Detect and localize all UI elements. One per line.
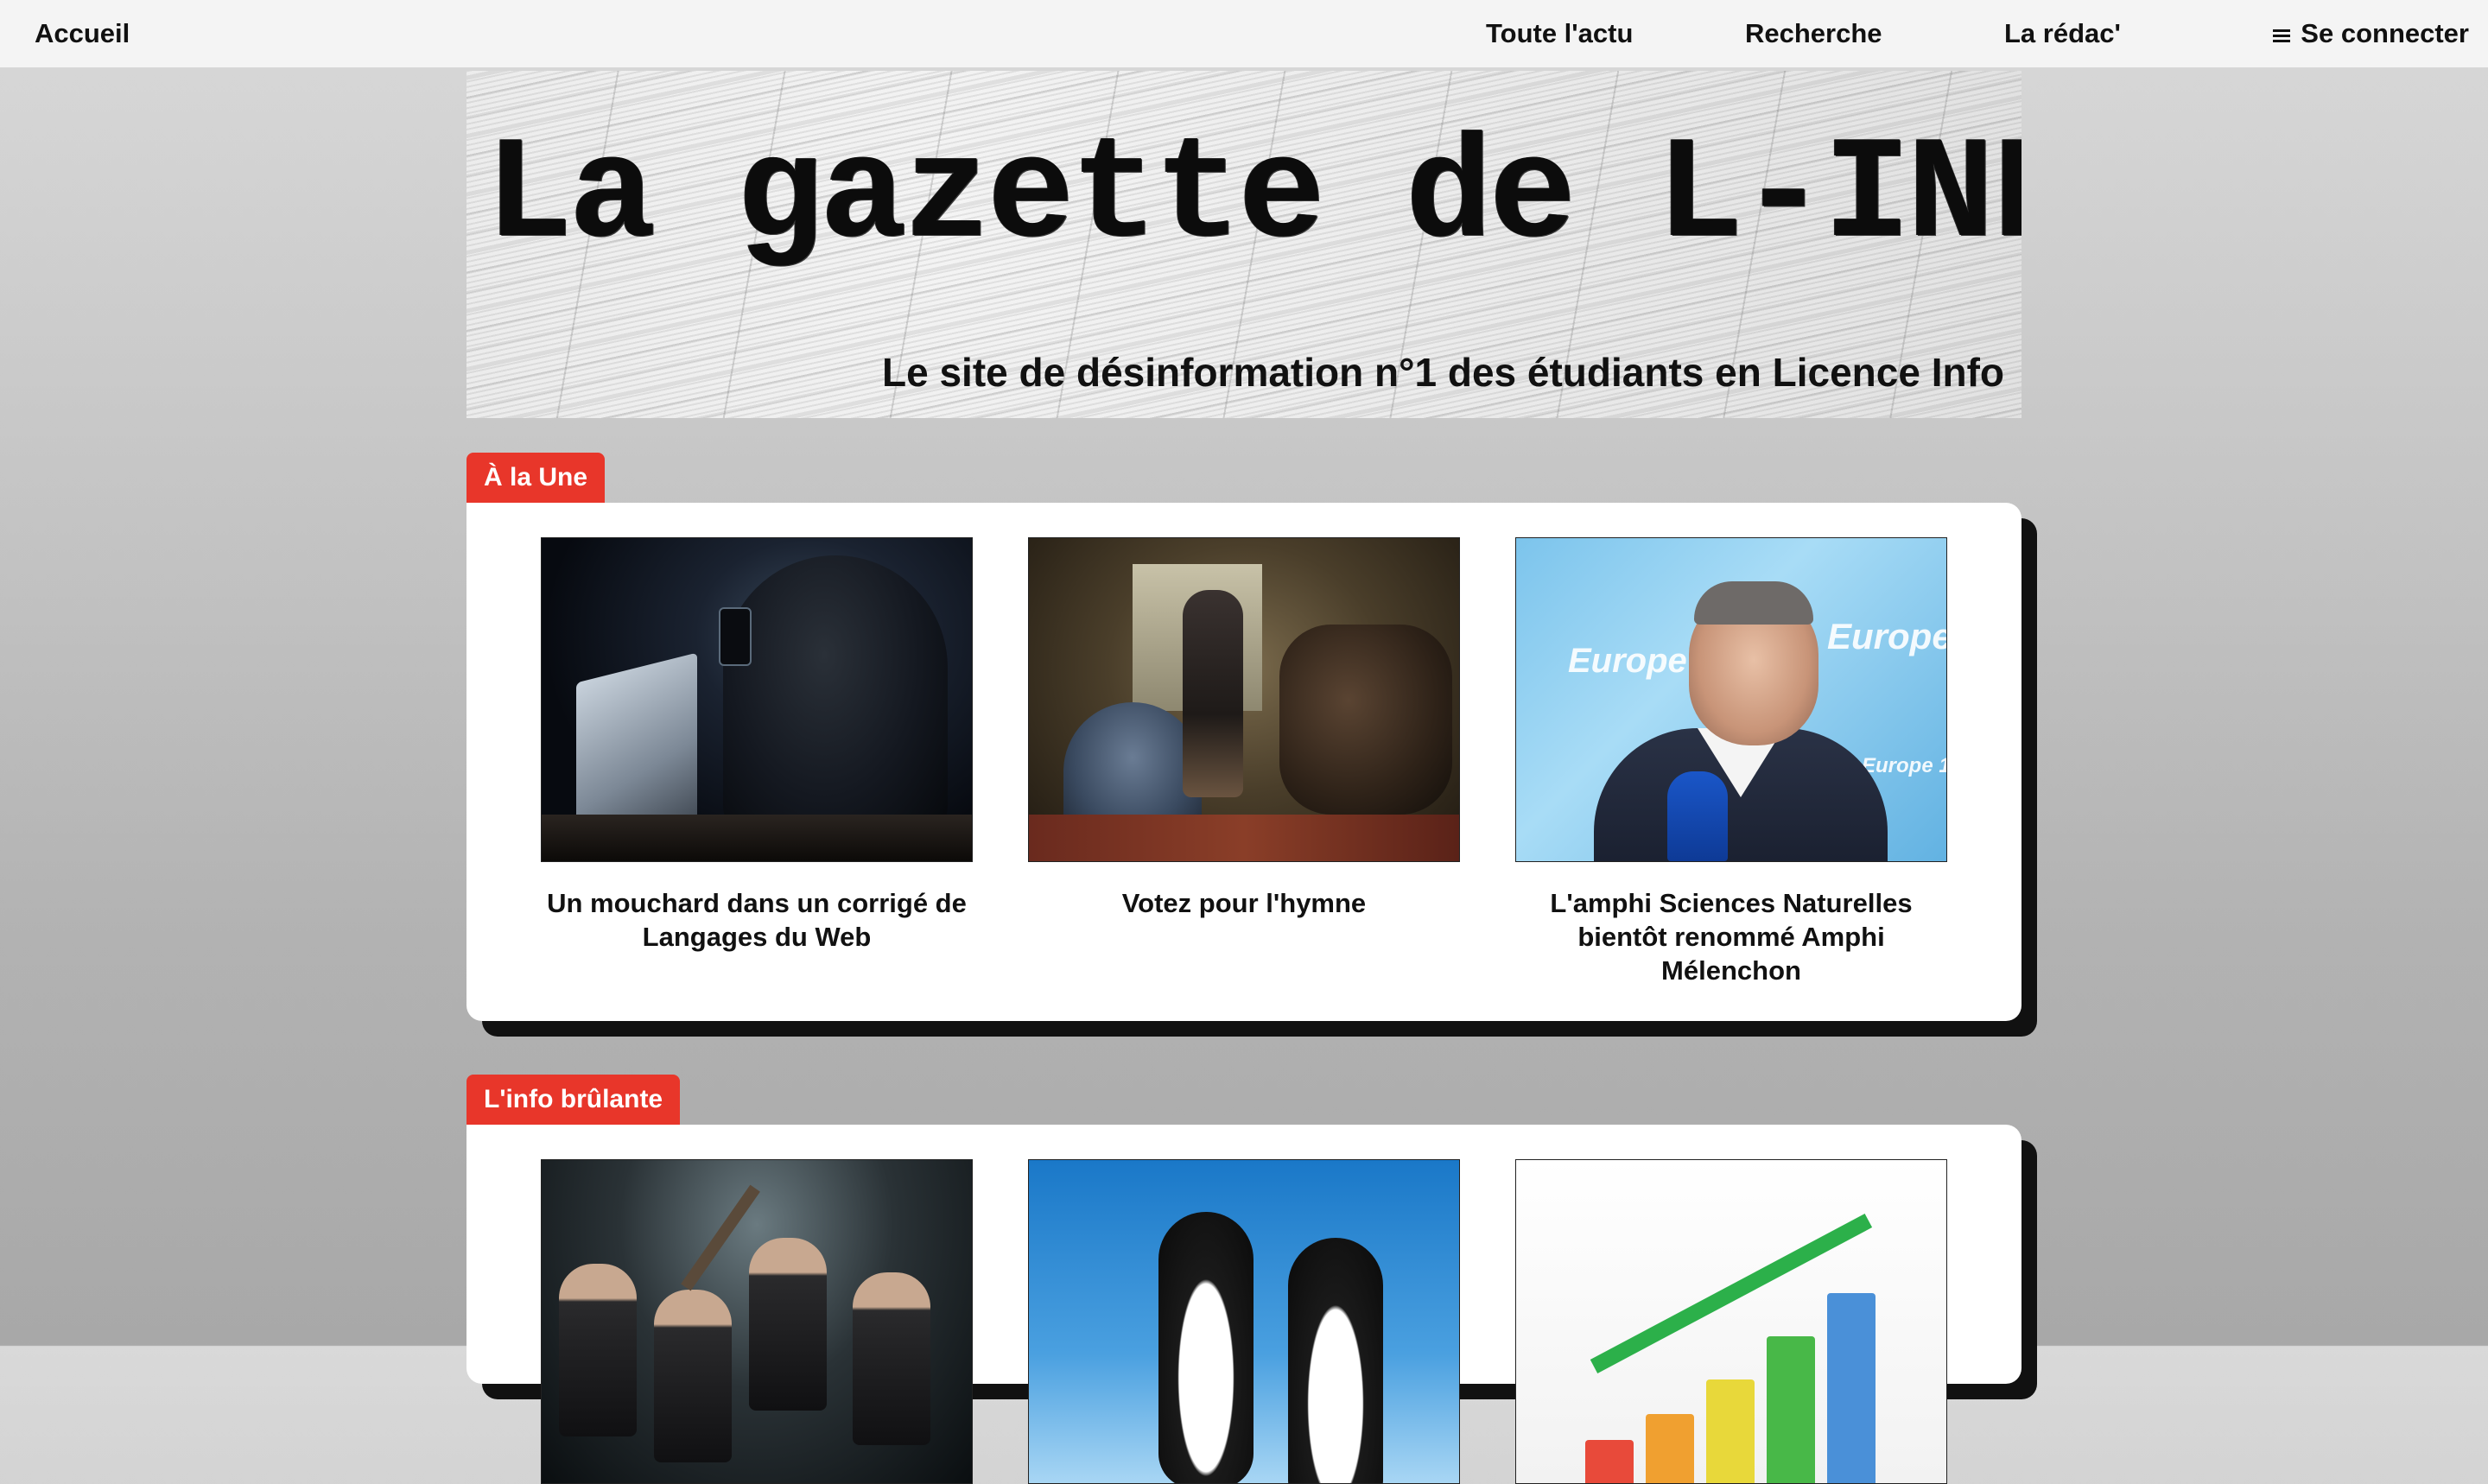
desk-shape: [542, 815, 972, 861]
site-subtitle: Le site de désinformation n°1 des étudia…: [882, 350, 2004, 395]
person-shape: [749, 1238, 827, 1411]
person-shape: [654, 1290, 732, 1462]
article-card[interactable]: Europe 1 Europe 1 Europe 1 L'amphi Scien…: [1515, 537, 1947, 987]
phone-shape: [719, 607, 752, 666]
article-card[interactable]: [541, 1159, 973, 1484]
site-title: La gazette de L-INFO: [486, 115, 2022, 279]
article-thumbnail[interactable]: [541, 1159, 973, 1484]
article-title[interactable]: Votez pour l'hymne: [1028, 886, 1460, 920]
hooded-figure-shape: [723, 555, 948, 840]
painting-singer-shape: [1183, 590, 1243, 797]
article-card[interactable]: [1028, 1159, 1460, 1484]
person-hair-shape: [1694, 581, 1813, 625]
article-thumbnail[interactable]: Europe 1 Europe 1 Europe 1: [1515, 537, 1947, 862]
article-thumbnail[interactable]: [1028, 1159, 1460, 1484]
article-title[interactable]: L'amphi Sciences Naturelles bientôt reno…: [1515, 886, 1947, 987]
europe1-logo-text: Europe 1: [1827, 616, 1947, 656]
section-tag-brulante: L'info brûlante: [466, 1075, 681, 1125]
nav-home-link[interactable]: Accueil: [35, 0, 130, 67]
section-card-une: Un mouchard dans un corrigé de Langages …: [466, 503, 2022, 1021]
menu-icon: [2273, 28, 2291, 43]
chart-bar-shape: [1827, 1293, 1876, 1483]
login-button[interactable]: Se connecter: [2273, 0, 2469, 67]
article-thumbnail[interactable]: [1515, 1159, 1947, 1484]
europe1-logo-text: Europe 1: [1862, 754, 1947, 777]
article-thumbnail[interactable]: [1028, 537, 1460, 862]
chart-bar-shape: [1767, 1336, 1815, 1483]
microphone-shape: [1667, 771, 1728, 861]
section-card-brulante: [466, 1125, 2022, 1484]
painting-group-shape: [1279, 625, 1452, 815]
chart-bar-shape: [1646, 1414, 1694, 1483]
person-shape: [853, 1272, 930, 1445]
article-thumbnail[interactable]: [541, 537, 973, 862]
painting-rug-shape: [1029, 815, 1459, 861]
chart-bar-shape: [1706, 1379, 1755, 1483]
article-card[interactable]: Votez pour l'hymne: [1028, 537, 1460, 920]
chart-bar-shape: [1585, 1440, 1634, 1483]
top-navigation-bar: Accueil Toute l'actu Recherche La rédac'…: [0, 0, 2488, 68]
site-banner[interactable]: La gazette de L-INFO Le site de désinfor…: [466, 71, 2022, 418]
login-label: Se connecter: [2301, 18, 2469, 48]
article-card[interactable]: [1515, 1159, 1947, 1484]
penguin-shape: [1288, 1238, 1383, 1483]
section-tag-une: À la Une: [466, 453, 606, 503]
article-card[interactable]: Un mouchard dans un corrigé de Langages …: [541, 537, 973, 954]
penguin-shape: [1158, 1212, 1254, 1483]
person-shape: [559, 1264, 637, 1436]
nav-search-link[interactable]: Recherche: [1745, 0, 1882, 67]
nav-all-news-link[interactable]: Toute l'actu: [1486, 0, 1633, 67]
article-title[interactable]: Un mouchard dans un corrigé de Langages …: [541, 886, 973, 954]
nav-team-link[interactable]: La rédac': [2004, 0, 2121, 67]
